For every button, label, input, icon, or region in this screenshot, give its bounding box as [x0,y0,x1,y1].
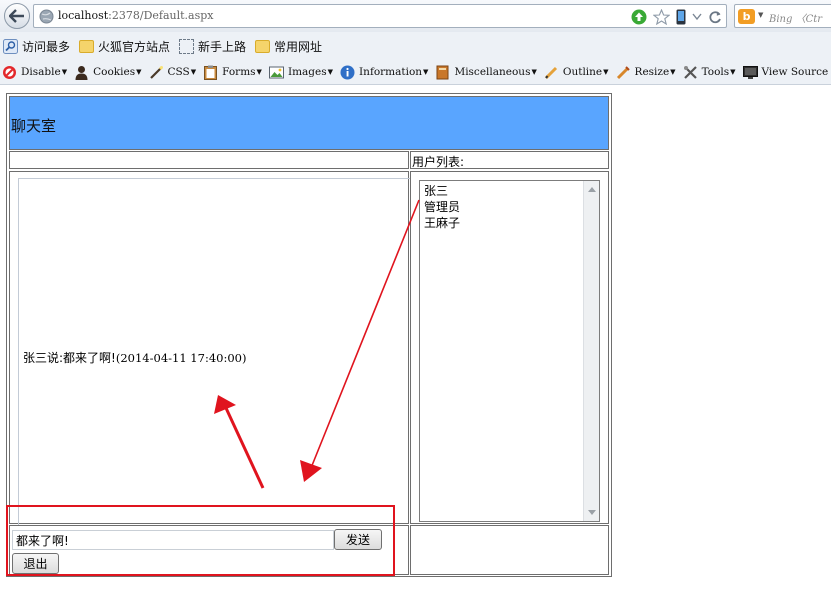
dropdown-caret-icon: ▼ [256,68,262,76]
scroll-down-arrow-icon[interactable] [588,510,596,515]
devtool-label: Cookies [93,66,136,78]
devtool-label: CSS [167,66,190,78]
devtool-label: Tools [701,66,730,78]
dropdown-caret-icon: ▼ [61,68,68,76]
dashed-box-icon [179,38,195,54]
bookmark-star-icon[interactable] [653,8,670,25]
url-bar[interactable]: localhost:2378/Default.aspx [33,4,727,28]
user-list-item[interactable]: 管理员 [424,199,460,215]
users-cell: 张三 管理员 王麻子 [410,171,609,524]
ruler-pencil-icon [616,65,630,79]
go-arrow-icon[interactable] [631,9,647,25]
bookmark-label: 常用网址 [274,39,323,54]
clipboard-icon [204,65,218,80]
dropdown-caret-icon: ▼ [531,68,537,76]
bookmark-getting-started[interactable]: 新手上路 [179,38,246,55]
magnifier-icon [3,38,18,54]
devtool-tools[interactable]: Tools ▼ [683,65,736,80]
bookmark-label: 访问最多 [22,39,71,54]
devtool-label: View Source [761,66,829,78]
reload-icon[interactable] [708,10,722,24]
web-developer-toolbar: Disable ▼ Cookies ▼ CSS ▼ Forms ▼ Images ▼ [0,60,831,85]
chat-message-time: (2014-04-11 17:40:00) [115,351,247,365]
header-cell-right: 用户列表: [410,151,609,169]
search-box[interactable]: b ▼ Bing 〈Ctr [734,4,831,28]
devtool-disable[interactable]: Disable ▼ [2,65,67,80]
devtool-resize[interactable]: Resize ▼ [616,65,676,80]
dropdown-caret-icon: ▼ [730,68,736,76]
user-list-label: 用户列表: [412,155,465,169]
empty-cell [410,525,609,575]
bookmark-common-sites[interactable]: 常用网址 [255,38,322,55]
devtool-label: Miscellaneous [454,66,531,78]
book-icon [436,65,449,79]
devtool-label: Forms [222,66,256,78]
title-banner: 聊天室 [9,96,609,150]
bookmark-label: 新手上路 [198,39,247,54]
pencil-wand-icon [149,65,163,79]
user-list-item[interactable]: 张三 [424,183,460,199]
bookmark-firefox-site[interactable]: 火狐官方站点 [79,38,170,55]
tools-icon [683,65,697,79]
search-placeholder: Bing 〈Ctr [769,14,823,25]
bookmark-most-visited[interactable]: 访问最多 [3,38,70,55]
picture-icon [268,66,284,78]
chat-message-text: 张三说:都来了啊! [23,351,116,365]
dropdown-caret-icon: ▼ [327,68,334,76]
chat-messages-panel[interactable]: 张三说:都来了啊!(2014-04-11 17:40:00) [18,178,410,525]
devtool-label: Images [287,66,327,78]
highlight-rectangle [6,505,395,576]
devtool-cookies[interactable]: Cookies ▼ [74,65,142,80]
devtool-miscellaneous[interactable]: Miscellaneous ▼ [435,65,537,80]
pencil-icon [544,66,557,79]
globe-icon [39,9,54,24]
url-text: localhost:2378/Default.aspx [58,9,214,22]
browser-navbar: localhost:2378/Default.aspx b ▼ Bing 〈Ct… [0,0,831,32]
page-title: 聊天室 [11,117,57,135]
info-icon [340,65,355,79]
dropdown-caret-icon: ▼ [603,68,609,76]
dropdown-arrow-icon[interactable] [692,13,702,21]
devtool-forms[interactable]: Forms ▼ [203,65,262,80]
chat-cell: 张三说:都来了啊!(2014-04-11 17:40:00) [9,171,410,525]
disable-icon [3,65,16,79]
dropdown-caret-icon: ▼ [190,68,197,76]
search-engine-dropdown-icon[interactable]: ▼ [758,11,763,19]
header-cell-left [9,151,409,169]
folder-icon [79,39,95,53]
back-arrow-icon [9,9,24,23]
user-listbox[interactable]: 张三 管理员 王麻子 [419,180,600,522]
devtool-label: Outline [562,66,603,78]
back-button[interactable] [4,3,30,29]
devtool-view-source[interactable]: View Source [742,65,829,80]
url-path: :2378/Default.aspx [108,9,214,22]
devtool-css[interactable]: CSS ▼ [149,65,197,80]
user-list-scrollbar[interactable] [583,181,599,521]
scroll-up-arrow-icon[interactable] [588,187,596,192]
chat-message: 张三说:都来了啊!(2014-04-11 17:40:00) [23,349,246,366]
devtool-label: Resize [634,66,670,78]
folder-icon [255,39,271,53]
devtool-label: Information [359,66,423,78]
mobile-device-icon[interactable] [676,9,686,25]
devtool-label: Disable [21,66,61,78]
devtool-images[interactable]: Images ▼ [268,65,334,80]
dropdown-caret-icon: ▼ [670,68,676,76]
user-list: 张三 管理员 王麻子 [424,183,460,231]
bing-icon[interactable]: b [738,9,755,24]
url-bar-icons [631,8,722,25]
bookmarks-toolbar: 访问最多 火狐官方站点 新手上路 常用网址 [0,32,831,60]
url-host: localhost [58,9,109,22]
user-list-item[interactable]: 王麻子 [424,215,460,231]
dropdown-caret-icon: ▼ [423,68,429,76]
bookmark-label: 火狐官方站点 [98,39,171,54]
dropdown-caret-icon: ▼ [136,68,142,76]
cookie-person-icon [75,65,88,80]
monitor-icon [742,65,758,79]
devtool-information[interactable]: Information ▼ [340,65,428,80]
devtool-outline[interactable]: Outline ▼ [544,65,609,80]
